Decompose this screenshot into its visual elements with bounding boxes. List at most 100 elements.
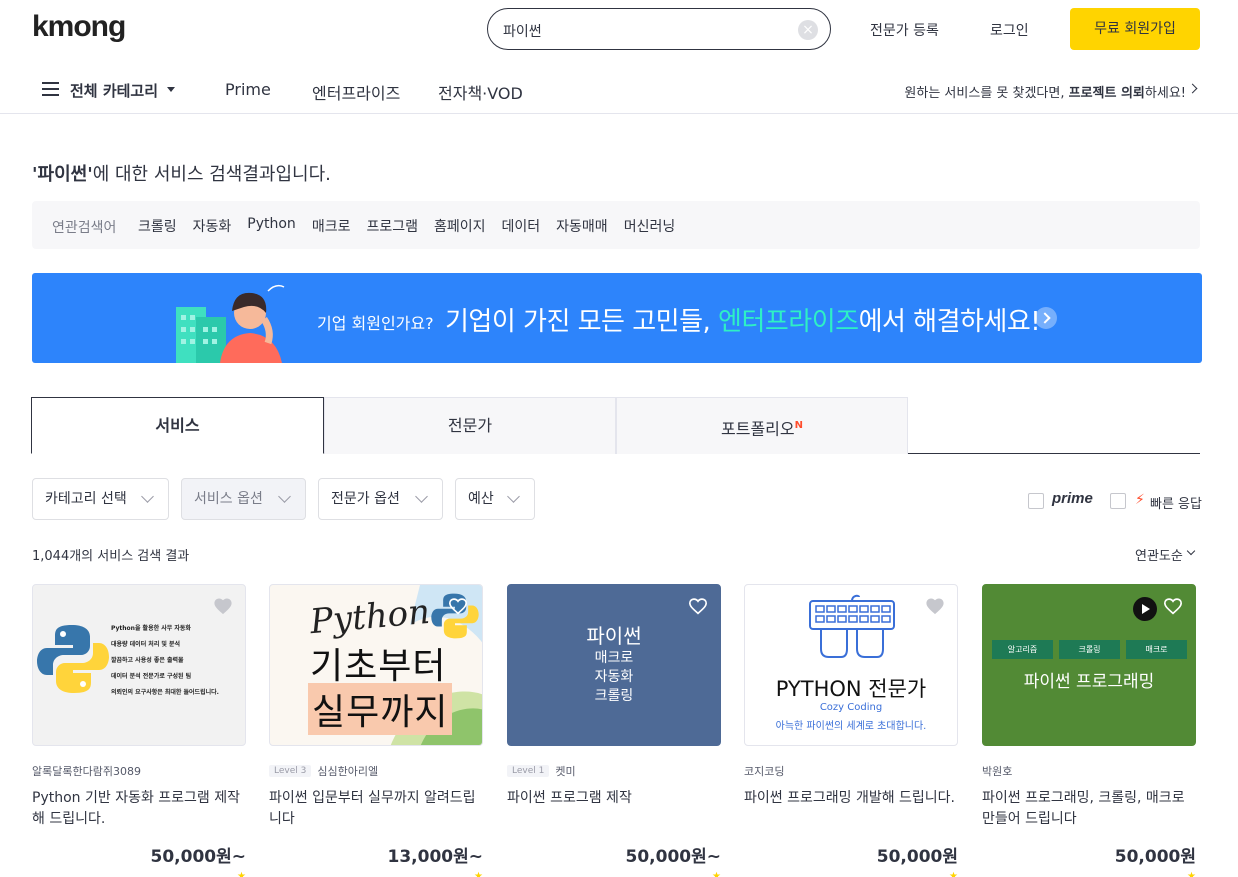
keyboard-hands-icon <box>809 594 895 658</box>
related-keyword[interactable]: Python <box>247 216 296 236</box>
thumb-big-text: 파이썬 프로그래밍 <box>1023 672 1155 692</box>
related-keyword[interactable]: 자동화 <box>193 216 232 236</box>
service-title[interactable]: Python 기반 자동화 프로그램 제작해 드립니다. <box>32 788 246 830</box>
thumb-tag: 알고리즘 <box>992 640 1053 659</box>
tab-experts-label: 전문가 <box>447 416 493 435</box>
seller-name[interactable]: 코지코딩 <box>744 764 958 778</box>
seller-label: 켓미 <box>555 765 576 778</box>
thumb-tag: 매크로 <box>1126 640 1187 659</box>
card-thumbnail[interactable]: 알고리즘 크롤링 매크로 파이썬 프로그래밍 <box>982 584 1196 746</box>
related-keyword[interactable]: 프로그램 <box>366 216 418 236</box>
expert-register-link[interactable]: 전문가 등록 <box>870 20 939 40</box>
heart-icon[interactable] <box>688 597 708 615</box>
signup-button[interactable]: 무료 회원가입 <box>1070 8 1200 50</box>
thumb-sub-text: Cozy Coding <box>819 702 883 713</box>
tab-services[interactable]: 서비스 <box>31 397 324 454</box>
related-keyword[interactable]: 홈페이지 <box>434 216 486 236</box>
rating: ★ <box>982 871 1196 877</box>
results-title-rest: 에 대한 서비스 검색결과입니다. <box>92 164 331 185</box>
nav-enterprise[interactable]: 엔터프라이즈 <box>312 80 400 104</box>
banner-headline: 기업이 가진 모든 고민들, 엔터프라이즈에서 해결하세요! <box>445 301 1041 338</box>
results-query: '파이썬' <box>32 164 93 185</box>
service-card[interactable]: Python을 활용한 사무 자동화 대용량 데이터 처리 및 분석 깔끔하고 … <box>32 584 246 877</box>
budget-filter-label: 예산 <box>468 491 494 507</box>
heart-icon[interactable] <box>213 597 233 615</box>
all-category-button[interactable]: 전체 카테고리 <box>70 80 158 101</box>
enterprise-banner[interactable]: 기업 회원인가요? 기업이 가진 모든 고민들, 엔터프라이즈에서 해결하세요! <box>32 273 1202 363</box>
level-badge: Level 1 <box>507 765 550 777</box>
related-keyword[interactable]: 데이터 <box>502 216 541 236</box>
clear-search-icon[interactable]: × <box>798 20 818 40</box>
prime-checkbox[interactable] <box>1028 493 1044 509</box>
sort-dropdown[interactable]: 연관도순 <box>1135 545 1183 564</box>
star-icon: ★ <box>474 871 483 877</box>
service-title[interactable]: 파이썬 프로그램 제작 <box>507 788 721 830</box>
chevron-down-icon <box>507 490 520 503</box>
thumb-line: 크롤링 <box>594 688 634 704</box>
seller-name[interactable]: Level 3 심심한아리엘 <box>269 764 483 778</box>
star-icon: ★ <box>949 871 958 877</box>
project-request-link[interactable]: 원하는 서비스를 못 찾겠다면, 프로젝트 의뢰하세요! <box>904 82 1186 101</box>
related-keyword[interactable]: 매크로 <box>312 216 351 236</box>
seller-label: 알록달록한다람쥐3089 <box>32 765 141 778</box>
service-title[interactable]: 파이썬 프로그래밍, 크롤링, 매크로 만들어 드립니다 <box>982 788 1196 830</box>
seller-label: 코지코딩 <box>744 765 785 778</box>
seller-name[interactable]: Level 1 켓미 <box>507 764 721 778</box>
kmong-logo[interactable]: kmong <box>32 10 126 44</box>
thumb-line: 기초부터 <box>310 646 447 687</box>
service-option-label: 서비스 옵션 <box>194 491 263 507</box>
heart-icon[interactable] <box>925 597 945 615</box>
tab-portfolio[interactable]: 포트폴리오N <box>616 397 908 454</box>
service-option-filter[interactable]: 서비스 옵션 <box>181 478 306 520</box>
related-keyword[interactable]: 자동매매 <box>556 216 608 236</box>
nav-ebook-vod[interactable]: 전자책·VOD <box>438 80 523 104</box>
card-thumbnail[interactable]: PYTHON 전문가 Cozy Coding 아늑한 파이썬의 세계로 초대합니… <box>744 584 958 746</box>
chevron-right-circle-icon[interactable] <box>1035 307 1057 329</box>
star-icon: ★ <box>237 871 246 877</box>
card-thumbnail[interactable]: 파이썬 매크로 자동화 크롤링 <box>507 584 721 746</box>
related-keyword[interactable]: 머신러닝 <box>624 216 676 236</box>
service-card[interactable]: Python 기초부터 실무까지 Level 3 심심한아리엘 파이썬 입문부터 … <box>269 584 483 877</box>
seller-name[interactable]: 박원호 <box>982 764 1196 778</box>
service-title[interactable]: 파이썬 프로그래밍 개발해 드립니다. <box>744 788 958 830</box>
service-card[interactable]: 알고리즘 크롤링 매크로 파이썬 프로그래밍 박원호 파이썬 프로그래밍, 크롤… <box>982 584 1196 877</box>
video-play-icon[interactable] <box>1133 597 1157 621</box>
seller-name[interactable]: 알록달록한다람쥐3089 <box>32 764 246 778</box>
fast-response-checkbox[interactable] <box>1110 493 1126 509</box>
thumb-big-text: PYTHON 전문가 <box>775 677 927 701</box>
related-keyword[interactable]: 크롤링 <box>138 216 177 236</box>
seller-label: 심심한아리엘 <box>317 765 379 778</box>
thumb-line: 의뢰인의 요구사항은 최대한 들어드립니다. <box>111 689 219 696</box>
thumb-line: 깔끔하고 사용성 좋은 출력물 <box>111 657 184 664</box>
chevron-down-icon <box>278 490 291 503</box>
results-title: '파이썬'에 대한 서비스 검색결과입니다. <box>32 160 331 186</box>
service-title[interactable]: 파이썬 입문부터 실무까지 알려드립니다 <box>269 788 483 830</box>
caret-down-icon <box>167 87 175 92</box>
heart-icon[interactable] <box>1163 597 1183 615</box>
thumb-tag: 크롤링 <box>1059 640 1120 659</box>
heart-icon[interactable] <box>448 597 468 615</box>
search-input[interactable]: 파이썬 × <box>487 8 831 50</box>
service-card[interactable]: PYTHON 전문가 Cozy Coding 아늑한 파이썬의 세계로 초대합니… <box>744 584 958 877</box>
service-card[interactable]: 파이썬 매크로 자동화 크롤링 Level 1 켓미 파이썬 프로그램 제작 50… <box>507 584 721 877</box>
budget-filter[interactable]: 예산 <box>455 478 535 520</box>
thumb-line: Python을 활용한 사무 자동화 <box>111 625 191 632</box>
category-filter[interactable]: 카테고리 선택 <box>32 478 169 520</box>
thumb-line: 매크로 <box>594 650 634 666</box>
card-thumbnail[interactable]: Python을 활용한 사무 자동화 대용량 데이터 처리 및 분석 깔끔하고 … <box>32 584 246 746</box>
chevron-down-icon <box>415 490 428 503</box>
service-price: 13,000원~ <box>387 847 484 867</box>
related-label: 연관검색어 <box>52 220 117 236</box>
hamburger-menu-icon[interactable] <box>42 82 59 96</box>
nav-prime[interactable]: Prime <box>225 80 271 99</box>
tab-portfolio-label: 포트폴리오 <box>721 419 795 439</box>
login-link[interactable]: 로그인 <box>990 20 1029 40</box>
prime-label: prime <box>1052 490 1093 507</box>
banner-headline-suffix: 에서 해결하세요! <box>858 307 1041 337</box>
expert-option-filter[interactable]: 전문가 옵션 <box>318 478 443 520</box>
tab-experts[interactable]: 전문가 <box>324 397 616 454</box>
search-value[interactable]: 파이썬 <box>503 21 542 41</box>
chevron-down-icon <box>141 490 154 503</box>
card-thumbnail[interactable]: Python 기초부터 실무까지 <box>269 584 483 746</box>
service-price: 50,000원~ <box>150 847 247 867</box>
